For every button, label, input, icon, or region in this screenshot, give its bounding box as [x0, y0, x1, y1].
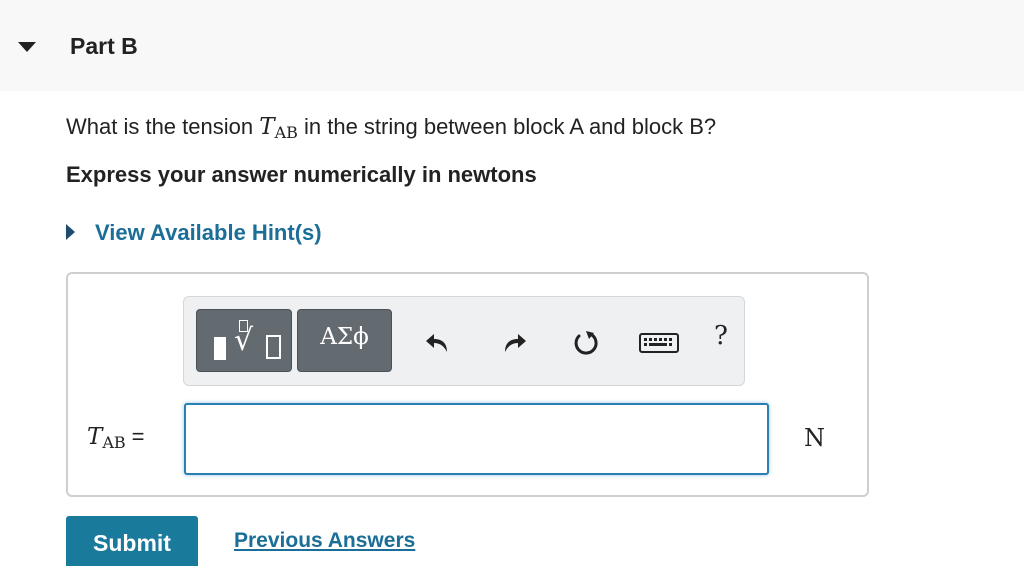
question-variable: T	[259, 114, 275, 140]
triangle-down-icon[interactable]	[18, 42, 36, 52]
part-header[interactable]: Part B	[0, 0, 1024, 91]
undo-icon[interactable]	[422, 325, 456, 359]
symbols-button[interactable]: ΑΣϕ	[297, 309, 392, 372]
answer-variable: T	[87, 424, 103, 450]
reset-icon[interactable]	[569, 325, 603, 359]
symbols-label: ΑΣϕ	[320, 324, 369, 350]
math-toolbar: √ ΑΣϕ ?	[183, 296, 745, 386]
question-text: What is the tension TAB in the string be…	[66, 114, 717, 142]
view-hints-link[interactable]: View Available Hint(s)	[95, 220, 322, 246]
previous-answers-link[interactable]: Previous Answers	[234, 529, 415, 553]
unit-label: N	[804, 424, 825, 452]
triangle-right-icon[interactable]	[66, 224, 75, 240]
answer-input[interactable]	[184, 403, 769, 475]
help-button[interactable]: ?	[714, 321, 728, 351]
part-title: Part B	[70, 33, 138, 59]
submit-button[interactable]: Submit	[66, 516, 198, 566]
templates-button[interactable]: √	[196, 309, 292, 372]
keyboard-icon[interactable]	[638, 325, 680, 359]
question-prefix: What is the tension	[66, 114, 260, 139]
answer-variable-label: TAB =	[87, 424, 145, 452]
redo-icon[interactable]	[496, 325, 530, 359]
question-variable-subscript: AB	[274, 123, 298, 142]
equals-sign: =	[131, 424, 145, 449]
answer-variable-subscript: AB	[102, 433, 126, 452]
instruction-text: Express your answer numerically in newto…	[66, 162, 537, 187]
question-suffix: in the string between block A and block …	[297, 114, 717, 139]
answer-box: √ ΑΣϕ ? TAB = N	[66, 272, 869, 497]
